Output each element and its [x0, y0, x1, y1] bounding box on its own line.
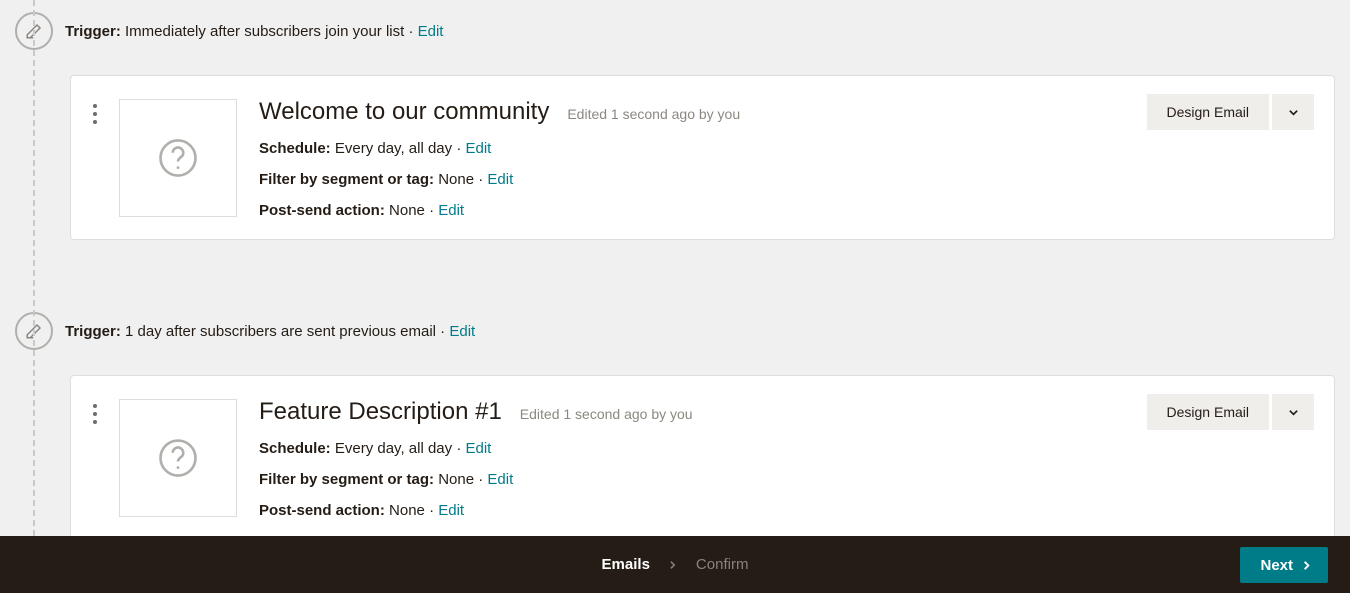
footer-step-emails[interactable]: Emails: [602, 556, 650, 573]
question-icon: [157, 437, 199, 479]
filter-label: Filter by segment or tag:: [259, 471, 434, 488]
chevron-right-icon: [668, 560, 678, 570]
card-menu-button[interactable]: [93, 396, 97, 519]
filter-edit-link[interactable]: Edit: [487, 471, 513, 488]
footer-step-confirm[interactable]: Confirm: [696, 556, 749, 573]
breadcrumb: Emails Confirm: [602, 556, 749, 573]
filter-value: None: [438, 171, 474, 188]
timeline-line: [33, 0, 35, 536]
trigger-value: 1 day after subscribers are sent previou…: [125, 323, 436, 340]
email-title: Welcome to our community: [259, 98, 549, 126]
question-icon: [157, 137, 199, 179]
trigger-label: Trigger:: [65, 23, 121, 40]
trigger-edit-link[interactable]: Edit: [418, 23, 444, 40]
filter-value: None: [438, 471, 474, 488]
email-card: Feature Description #1 Edited 1 second a…: [70, 375, 1335, 536]
design-email-dropdown[interactable]: [1272, 94, 1314, 130]
post-send-edit-link[interactable]: Edit: [438, 502, 464, 519]
email-card: Welcome to our community Edited 1 second…: [70, 75, 1335, 240]
schedule-edit-link[interactable]: Edit: [465, 140, 491, 157]
trigger-label: Trigger:: [65, 323, 121, 340]
post-send-label: Post-send action:: [259, 502, 385, 519]
chevron-right-icon: [1301, 560, 1312, 571]
card-menu-button[interactable]: [93, 96, 97, 219]
email-thumbnail[interactable]: [119, 399, 237, 517]
email-thumbnail[interactable]: [119, 99, 237, 217]
design-email-button[interactable]: Design Email: [1147, 94, 1269, 130]
footer-bar: Emails Confirm Next: [0, 536, 1350, 593]
post-send-value: None: [389, 502, 425, 519]
filter-label: Filter by segment or tag:: [259, 171, 434, 188]
next-button-label: Next: [1260, 557, 1293, 574]
schedule-label: Schedule:: [259, 140, 331, 157]
email-edited-meta: Edited 1 second ago by you: [567, 106, 740, 122]
trigger-edit-link[interactable]: Edit: [449, 323, 475, 340]
filter-edit-link[interactable]: Edit: [487, 171, 513, 188]
design-email-dropdown[interactable]: [1272, 394, 1314, 430]
schedule-edit-link[interactable]: Edit: [465, 440, 491, 457]
email-title: Feature Description #1: [259, 398, 502, 426]
post-send-edit-link[interactable]: Edit: [438, 202, 464, 219]
email-edited-meta: Edited 1 second ago by you: [520, 406, 693, 422]
post-send-label: Post-send action:: [259, 202, 385, 219]
chevron-down-icon: [1288, 407, 1299, 418]
schedule-value: Every day, all day: [335, 440, 452, 457]
schedule-label: Schedule:: [259, 440, 331, 457]
post-send-value: None: [389, 202, 425, 219]
trigger-value: Immediately after subscribers join your …: [125, 23, 404, 40]
trigger-text: Trigger: 1 day after subscribers are sen…: [65, 323, 475, 340]
chevron-down-icon: [1288, 107, 1299, 118]
next-button[interactable]: Next: [1240, 547, 1328, 583]
schedule-value: Every day, all day: [335, 140, 452, 157]
trigger-text: Trigger: Immediately after subscribers j…: [65, 23, 443, 40]
design-email-button[interactable]: Design Email: [1147, 394, 1269, 430]
